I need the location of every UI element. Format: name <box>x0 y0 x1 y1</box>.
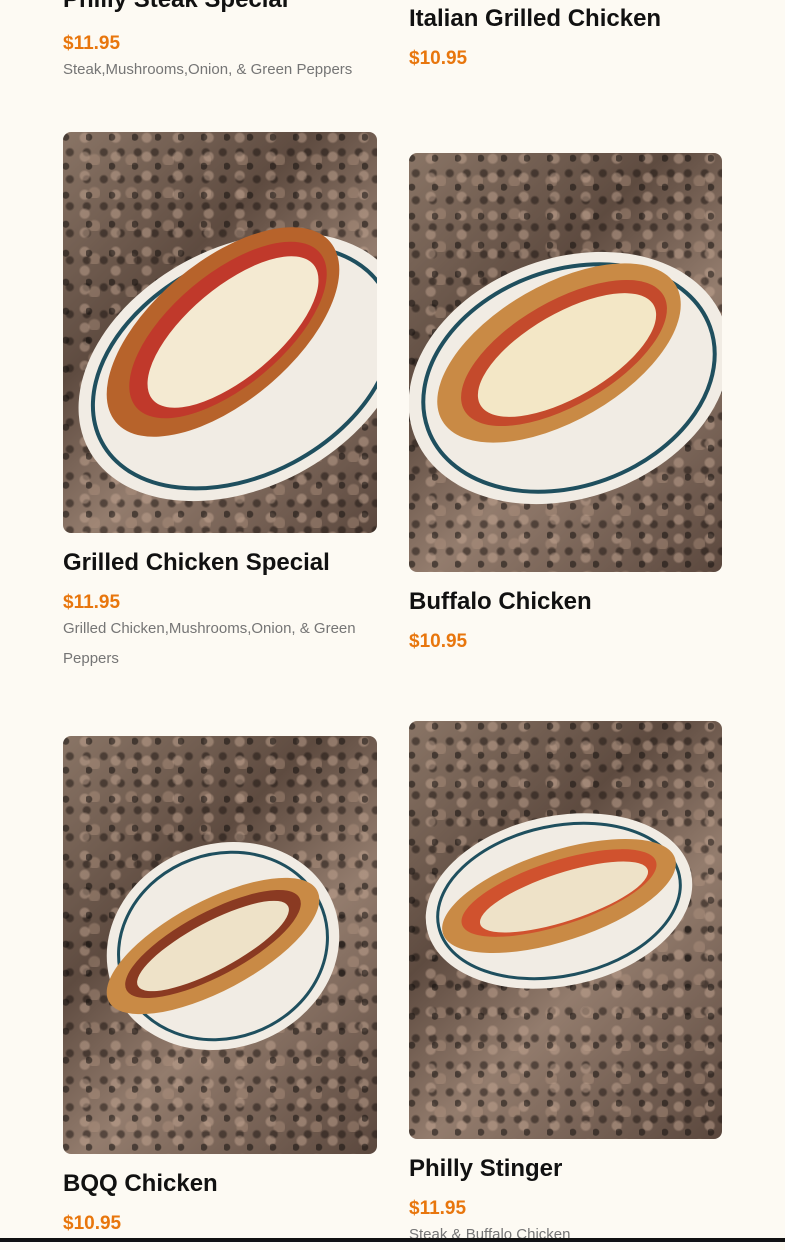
sandwich-photo[interactable] <box>63 132 377 533</box>
item-price: $10.95 <box>63 1213 122 1234</box>
item-title[interactable]: BQQ Chicken <box>63 1170 218 1198</box>
sandwich-plate-graphic <box>106 842 340 1050</box>
item-description: Grilled Chicken,Mushrooms,Onion, & Green… <box>63 620 356 667</box>
sandwich-plate-graphic <box>409 251 722 505</box>
item-title[interactable]: Italian Grilled Chicken <box>409 5 661 33</box>
item-title[interactable]: Buffalo Chicken <box>409 588 592 616</box>
item-price: $10.95 <box>409 48 468 69</box>
item-description: Steak & Buffalo Chicken <box>409 1226 571 1243</box>
item-price: $11.95 <box>63 33 121 54</box>
sandwich-plate-graphic <box>78 227 377 502</box>
item-title[interactable]: Philly Stinger <box>409 1155 562 1183</box>
sandwich-photo[interactable] <box>409 721 722 1139</box>
item-price: $11.95 <box>409 1198 467 1219</box>
bottom-border <box>0 1238 785 1242</box>
item-price: $10.95 <box>409 631 468 652</box>
item-title[interactable]: Philly Steak Special <box>63 0 288 14</box>
sandwich-photo[interactable] <box>63 736 377 1154</box>
sandwich-photo[interactable] <box>409 153 722 572</box>
item-description: Steak,Mushrooms,Onion, & Green Peppers <box>63 61 353 78</box>
item-title[interactable]: Grilled Chicken Special <box>63 549 330 577</box>
sandwich-plate-graphic <box>425 813 693 989</box>
item-price: $11.95 <box>63 592 121 613</box>
